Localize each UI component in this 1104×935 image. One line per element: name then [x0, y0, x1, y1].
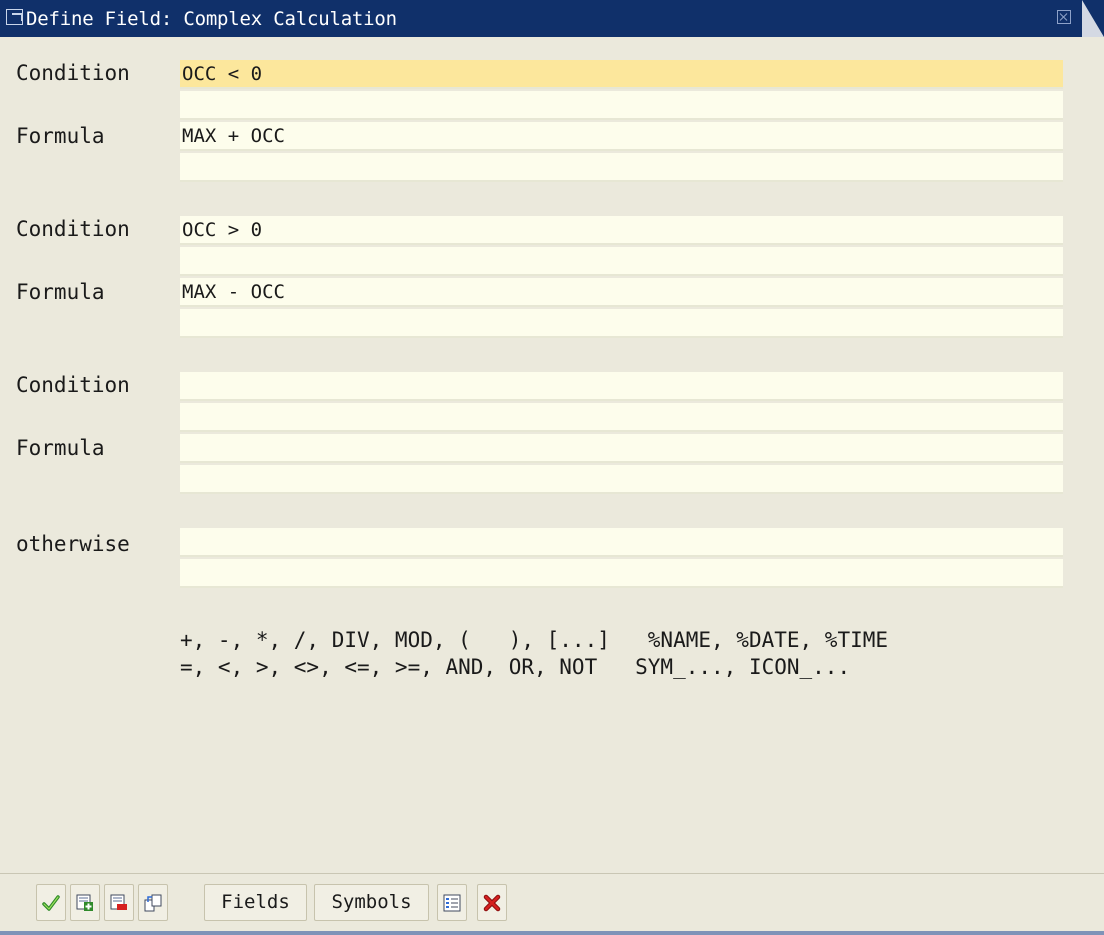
insert-line-button[interactable]	[70, 884, 100, 921]
condition-input-2-line-2[interactable]	[180, 247, 1063, 276]
window-bottom-edge	[0, 931, 1104, 935]
operators-help-line-2: =, <, >, <>, <=, >=, AND, OR, NOT SYM_..…	[180, 655, 851, 679]
title-bar-corner	[1082, 0, 1104, 37]
formula-input-2-line-2[interactable]	[180, 309, 1063, 338]
confirm-button[interactable]	[36, 884, 66, 921]
close-window-button[interactable]	[1057, 10, 1071, 24]
dialog-toolbar: Fields Symbols	[0, 874, 1104, 935]
otherwise-input-line-2[interactable]	[180, 559, 1063, 588]
formula-input-1-line-1[interactable]	[180, 122, 1063, 151]
formula-label-1: Formula	[16, 124, 105, 148]
fields-button[interactable]: Fields	[204, 884, 307, 921]
formula-input-1-line-2[interactable]	[180, 153, 1063, 182]
list-button[interactable]	[437, 884, 467, 921]
condition-label-1: Condition	[16, 61, 130, 85]
symbols-button[interactable]: Symbols	[314, 884, 429, 921]
window-title: Define Field: Complex Calculation	[26, 8, 397, 30]
condition-input-3-line-2[interactable]	[180, 403, 1063, 432]
delete-line-icon	[110, 894, 127, 910]
copy-icon	[144, 894, 162, 912]
condition-input-2-line-1[interactable]	[180, 216, 1063, 245]
formula-label-3: Formula	[16, 436, 105, 460]
checkmark-icon	[42, 895, 60, 911]
window-icon	[6, 9, 23, 25]
insert-line-icon	[76, 894, 93, 911]
formula-label-2: Formula	[16, 280, 105, 304]
condition-label-2: Condition	[16, 217, 130, 241]
formula-input-3-line-2[interactable]	[180, 465, 1063, 494]
delete-line-button[interactable]	[104, 884, 134, 921]
condition-input-3-line-1[interactable]	[180, 372, 1063, 401]
cancel-button[interactable]	[477, 884, 507, 921]
condition-input-1-line-2[interactable]	[180, 91, 1063, 120]
condition-input-1-line-1[interactable]	[180, 60, 1063, 89]
formula-input-3-line-1[interactable]	[180, 434, 1063, 463]
otherwise-input-line-1[interactable]	[180, 528, 1063, 557]
otherwise-label: otherwise	[16, 532, 130, 556]
formula-input-2-line-1[interactable]	[180, 278, 1063, 307]
copy-button[interactable]	[138, 884, 168, 921]
list-icon	[443, 894, 461, 912]
cancel-icon	[483, 894, 501, 912]
condition-label-3: Condition	[16, 373, 130, 397]
title-bar: Define Field: Complex Calculation	[0, 0, 1104, 37]
operators-help-line-1: +, -, *, /, DIV, MOD, ( ), [...] %NAME, …	[180, 628, 889, 652]
